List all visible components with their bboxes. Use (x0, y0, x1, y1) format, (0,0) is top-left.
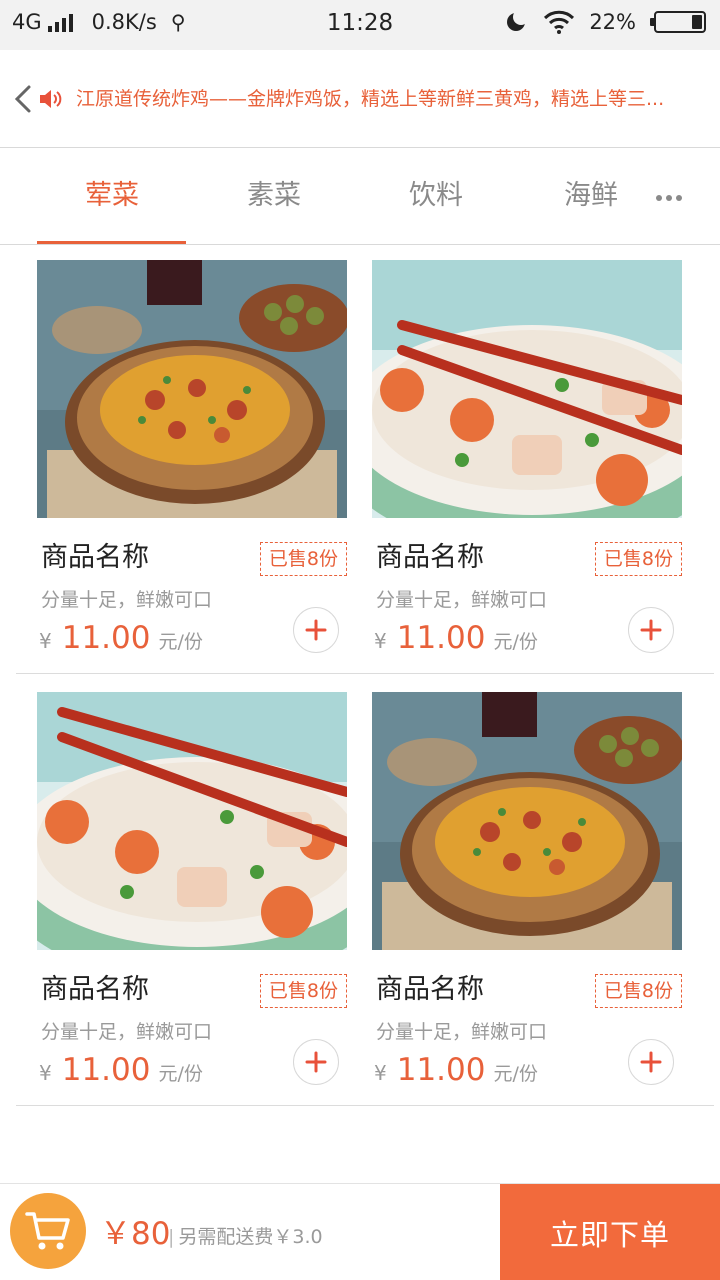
do-not-disturb-icon (507, 9, 530, 31)
product-image[interactable] (37, 260, 347, 518)
active-tab-indicator (37, 241, 186, 244)
battery-icon: ⚡ (650, 11, 706, 33)
row-divider (16, 1105, 714, 1106)
status-right: 22% ⚡ (507, 9, 706, 34)
place-order-button[interactable]: 立即下单 (500, 1184, 720, 1280)
product-description: 分量十足，鲜嫩可口 (376, 589, 548, 611)
category-tabs: 荤菜 素菜 饮料 海鲜 (0, 148, 720, 245)
product-name: 商品名称 (41, 542, 149, 573)
plus-icon (305, 1051, 327, 1073)
separator: | (168, 1226, 175, 1248)
wifi-icon (544, 10, 575, 34)
price-unit: 元/份 (158, 1063, 203, 1085)
sold-count-badge: 已售8份 (594, 542, 682, 576)
product-name: 商品名称 (41, 974, 149, 1005)
sold-count-badge: 已售8份 (259, 542, 347, 576)
cart-total: ￥80 (100, 1216, 171, 1252)
delivery-fee-note: | 另需配送费￥3.0 (168, 1223, 323, 1251)
add-to-cart-button[interactable] (628, 1039, 674, 1085)
notice-text[interactable]: 江原道传统炸鸡——金牌炸鸡饭，精选上等新鲜三黄鸡，精选上等三... (76, 86, 701, 112)
cart-button[interactable] (10, 1193, 86, 1269)
plus-icon (640, 619, 662, 641)
product-name: 商品名称 (376, 542, 484, 573)
product-price: 11.00 (61, 620, 151, 656)
currency-symbol: ¥ (39, 629, 52, 653)
product-card[interactable]: 商品名称 已售8份 分量十足，鲜嫩可口 ¥ 11.00 元/份 (372, 692, 682, 1092)
tab-drinks[interactable]: 饮料 (361, 176, 511, 216)
tab-seafood[interactable]: 海鲜 (516, 176, 666, 216)
add-to-cart-button[interactable] (293, 1039, 339, 1085)
sold-count-badge: 已售8份 (259, 974, 347, 1008)
status-bar: 4G 0.8K/s ⚲ 11:28 22% ⚡ (0, 0, 720, 50)
row-divider (16, 673, 714, 674)
currency-symbol: ¥ (374, 1061, 387, 1085)
product-image[interactable] (37, 692, 347, 950)
plus-icon (305, 619, 327, 641)
shopping-cart-icon (25, 1212, 70, 1250)
more-icon[interactable] (656, 195, 686, 201)
product-card[interactable]: 商品名称 已售8份 分量十足，鲜嫩可口 ¥ 11.00 元/份 (37, 692, 347, 1092)
back-arrow-icon[interactable] (12, 84, 34, 114)
tab-meat[interactable]: 荤菜 (37, 176, 187, 216)
price-unit: 元/份 (158, 631, 203, 653)
delivery-fee-text: 另需配送费￥3.0 (178, 1226, 323, 1248)
notice-header: 江原道传统炸鸡——金牌炸鸡饭，精选上等新鲜三黄鸡，精选上等三... (0, 50, 720, 148)
currency-symbol: ¥ (39, 1061, 52, 1085)
currency-symbol: ¥ (374, 629, 387, 653)
sold-count-badge: 已售8份 (594, 974, 682, 1008)
add-to-cart-button[interactable] (628, 607, 674, 653)
add-to-cart-button[interactable] (293, 607, 339, 653)
product-card[interactable]: 商品名称 已售8份 分量十足，鲜嫩可口 ¥ 11.00 元/份 (372, 260, 682, 660)
product-price: 11.00 (396, 1052, 486, 1088)
product-price: 11.00 (61, 1052, 151, 1088)
cart-bar: ￥80 | 另需配送费￥3.0 立即下单 (0, 1183, 720, 1280)
price-row: ¥ 11.00 元/份 (374, 1052, 538, 1092)
product-card[interactable]: 商品名称 已售8份 分量十足，鲜嫩可口 ¥ 11.00 元/份 (37, 260, 347, 660)
tab-vegetable[interactable]: 素菜 (199, 176, 349, 216)
price-row: ¥ 11.00 元/份 (39, 620, 203, 660)
product-description: 分量十足，鲜嫩可口 (41, 589, 213, 611)
battery-percent: 22% (589, 10, 636, 34)
price-unit: 元/份 (493, 1063, 538, 1085)
product-image[interactable] (372, 260, 682, 518)
price-row: ¥ 11.00 元/份 (374, 620, 538, 660)
product-name: 商品名称 (376, 974, 484, 1005)
product-image[interactable] (372, 692, 682, 950)
product-price: 11.00 (396, 620, 486, 656)
speaker-icon (40, 90, 62, 108)
price-row: ¥ 11.00 元/份 (39, 1052, 203, 1092)
price-unit: 元/份 (493, 631, 538, 653)
product-description: 分量十足，鲜嫩可口 (376, 1021, 548, 1043)
plus-icon (640, 1051, 662, 1073)
product-description: 分量十足，鲜嫩可口 (41, 1021, 213, 1043)
